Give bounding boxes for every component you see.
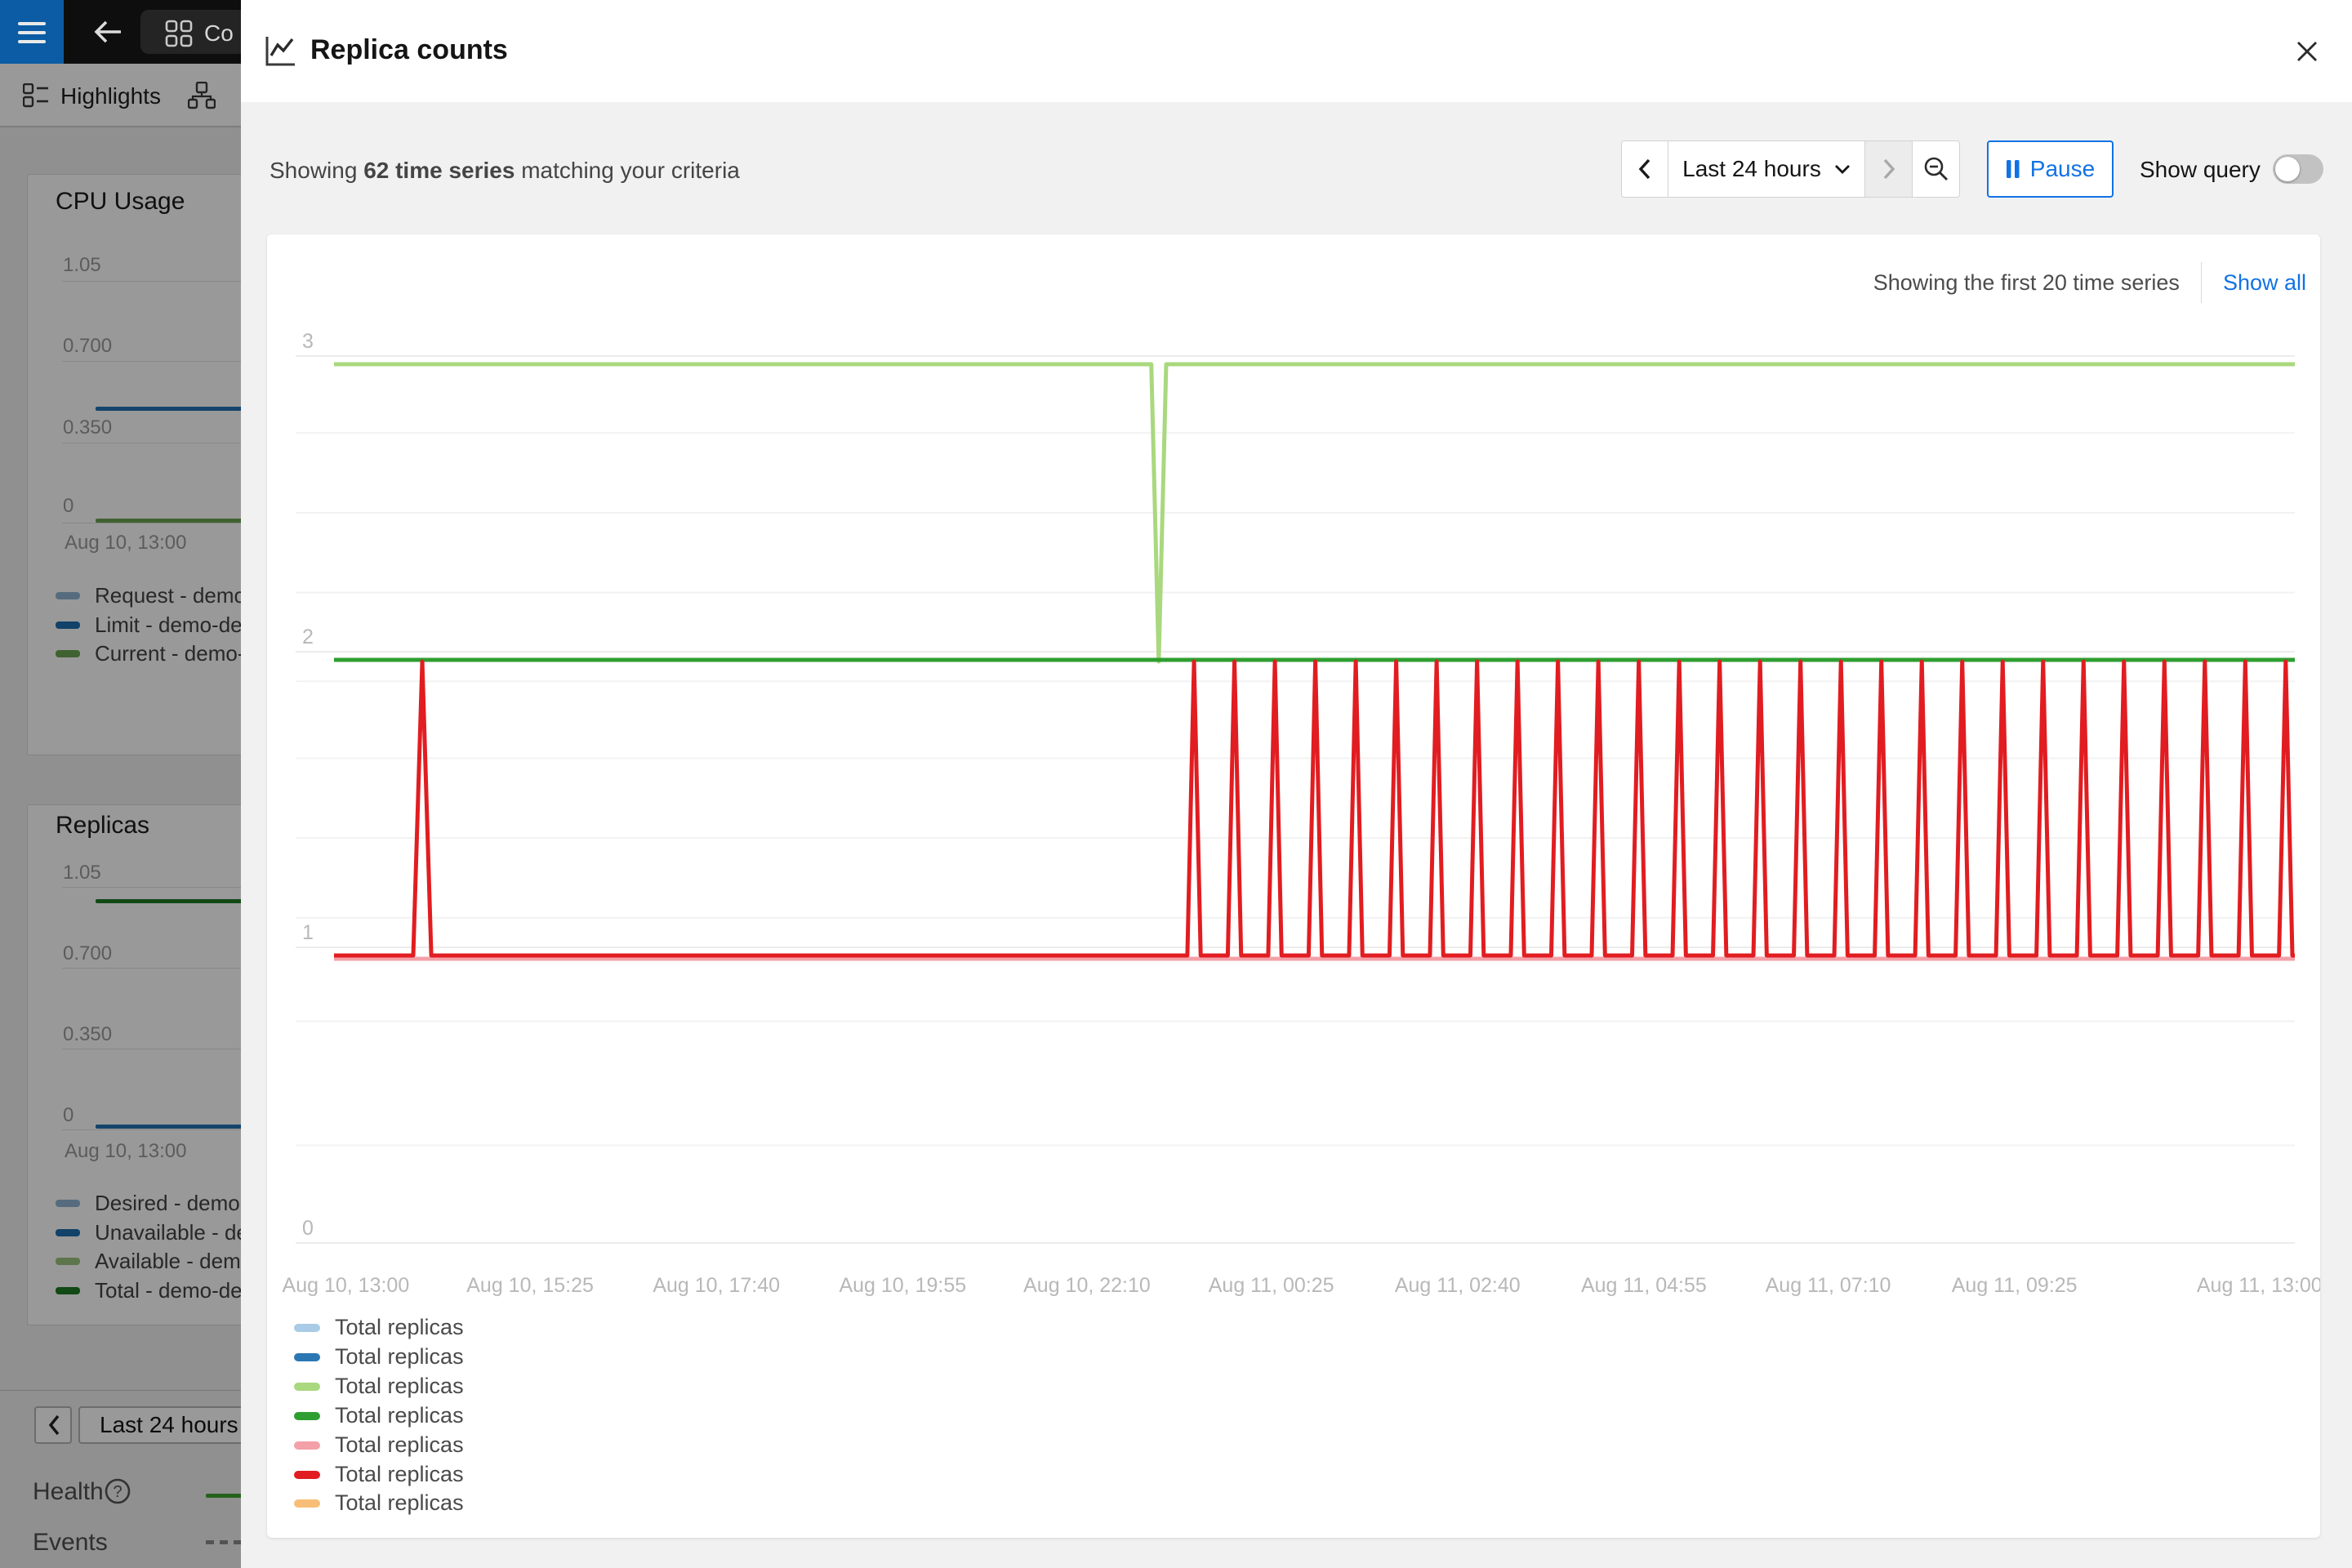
summary-prefix: Showing [270, 158, 363, 183]
svg-text:Aug 10, 15:25: Aug 10, 15:25 [466, 1274, 594, 1297]
pause-icon [2006, 159, 2020, 179]
summary-count: 62 time series [363, 158, 514, 183]
legend-swatch [294, 1324, 320, 1332]
svg-text:2: 2 [302, 626, 314, 648]
prev-range-button[interactable] [1622, 141, 1668, 197]
chevron-down-icon [1834, 163, 1851, 175]
legend-label: Total replicas [335, 1344, 464, 1370]
svg-text:Aug 11, 07:10: Aug 11, 07:10 [1766, 1274, 1891, 1297]
close-icon[interactable] [2293, 38, 2321, 65]
modal-backdrop-scrim[interactable] [0, 64, 241, 1568]
legend-swatch [294, 1471, 320, 1479]
legend-label: Total replicas [335, 1462, 464, 1487]
legend-swatch [294, 1383, 320, 1391]
toggle-knob [2275, 157, 2300, 181]
modal-title: Replica counts [310, 34, 508, 66]
svg-text:Aug 10, 17:40: Aug 10, 17:40 [653, 1274, 780, 1297]
summary-suffix: matching your criteria [514, 158, 739, 183]
pause-label: Pause [2030, 156, 2095, 182]
show-query-toggle[interactable] [2273, 154, 2323, 184]
zoom-out-button[interactable] [1913, 141, 1959, 197]
legend-swatch [294, 1441, 320, 1450]
zoom-out-icon [1922, 155, 1950, 183]
nav-toggle-button[interactable] [0, 0, 64, 64]
svg-text:Aug 11, 02:40: Aug 11, 02:40 [1395, 1274, 1521, 1297]
screen: Co Highlights CPU Usage 1.05 0.70 [0, 0, 2352, 1568]
next-range-button[interactable] [1865, 141, 1913, 197]
legend-label: Total replicas [335, 1432, 464, 1458]
legend-label: Total replicas [335, 1315, 464, 1340]
time-range-control-group: Last 24 hours [1621, 140, 1960, 198]
chart-card: Showing the first 20 time series Show al… [267, 234, 2320, 1538]
masthead: Co [0, 0, 241, 64]
range-dropdown[interactable]: Last 24 hours [1668, 141, 1865, 197]
back-arrow-icon[interactable] [91, 17, 124, 47]
hamburger-icon [18, 22, 46, 25]
legend-swatch [294, 1499, 320, 1508]
modal-header: Replica counts [241, 0, 2352, 102]
svg-text:Aug 10, 22:10: Aug 10, 22:10 [1023, 1274, 1151, 1297]
legend-swatch [294, 1353, 320, 1361]
svg-text:0: 0 [302, 1217, 314, 1240]
svg-text:Aug 11, 00:25: Aug 11, 00:25 [1209, 1274, 1334, 1297]
legend-label: Total replicas [335, 1403, 464, 1428]
show-query-label: Show query [2140, 157, 2261, 183]
range-label: Last 24 hours [1682, 156, 1821, 182]
svg-text:Aug 10, 13:00: Aug 10, 13:00 [283, 1274, 410, 1297]
background-page: Co Highlights CPU Usage 1.05 0.70 [0, 0, 241, 1568]
svg-text:3: 3 [302, 330, 314, 353]
replica-counts-modal: Replica counts Showing 62 time series ma… [241, 0, 2352, 1568]
svg-text:1: 1 [302, 921, 314, 944]
series-count-summary: Showing 62 time series matching your cri… [270, 158, 740, 184]
svg-text:Aug 11, 04:55: Aug 11, 04:55 [1581, 1274, 1707, 1297]
svg-text:Aug 11, 09:25: Aug 11, 09:25 [1952, 1274, 2078, 1297]
pause-button[interactable]: Pause [1987, 140, 2114, 198]
app-switcher-label: Co [204, 20, 234, 47]
svg-text:Aug 10, 19:55: Aug 10, 19:55 [839, 1274, 966, 1297]
legend-label: Total replicas [335, 1374, 464, 1399]
legend-swatch [294, 1412, 320, 1420]
app-switcher-button[interactable]: Co [140, 10, 241, 54]
svg-text:Aug 11, 13:00: Aug 11, 13:00 [2197, 1274, 2320, 1297]
legend-label: Total replicas [335, 1490, 464, 1516]
grid-icon [165, 20, 193, 47]
replica-counts-chart: 3 2 1 0 Aug 10, 13:00 Aug 10, 15:25 Aug 10, 17… [267, 234, 2320, 1538]
trend-chart-icon [261, 33, 297, 69]
